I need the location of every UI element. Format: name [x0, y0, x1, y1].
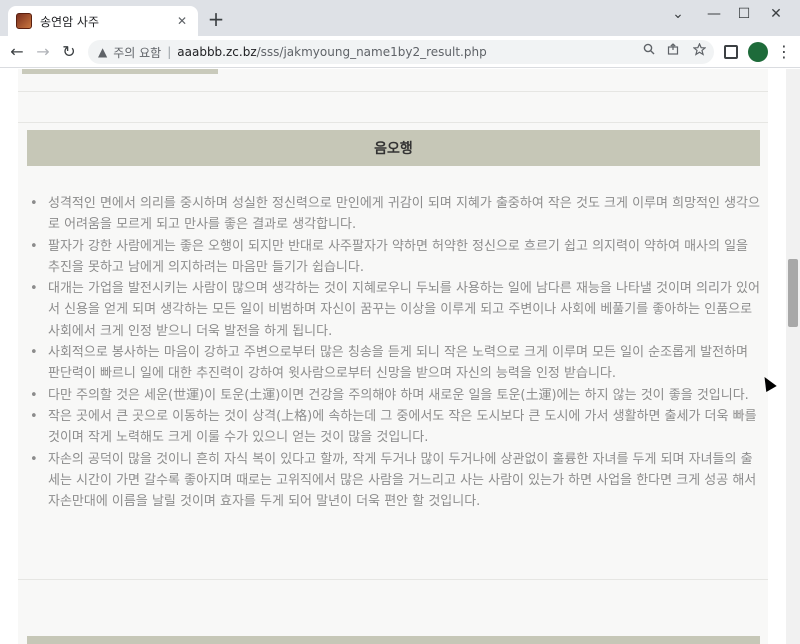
next-section-header [27, 636, 760, 644]
section-divider [18, 122, 768, 123]
address-separator: | [167, 45, 172, 59]
browser-toolbar: ← → ↻ ▲ 주의 요함 | aaabbb.zc.bz /sss/jakmyo… [0, 36, 800, 68]
list-item: 팔자가 강한 사람에게는 좋은 오행이 되지만 반대로 사주팔자가 약하면 허약… [28, 236, 760, 279]
minimize-button[interactable]: — [700, 4, 728, 24]
extension-icon[interactable] [724, 45, 738, 59]
warning-icon[interactable]: ▲ [98, 45, 107, 59]
maximize-button[interactable]: ☐ [730, 4, 758, 24]
new-tab-button[interactable]: + [206, 9, 226, 30]
reload-button[interactable]: ↻ [58, 41, 80, 63]
search-icon[interactable] [640, 43, 658, 58]
tab-strip: 송연암 사주 ✕ + ⌄ — ☐ ✕ [0, 0, 800, 36]
page-viewport: 음오행 성격적인 면에서 의리를 중시하며 성실한 정신력으로 만인에게 귀감이… [0, 69, 786, 644]
tab-search-icon[interactable]: ⌄ [664, 4, 692, 24]
section-content: 성격적인 면에서 의리를 중시하며 성실한 정신력으로 만인에게 귀감이 되며 … [28, 193, 760, 512]
section-divider [18, 579, 768, 580]
section-title: 음오행 [374, 141, 413, 157]
analysis-list: 성격적인 면에서 의리를 중시하며 성실한 정신력으로 만인에게 귀감이 되며 … [28, 193, 760, 512]
close-window-button[interactable]: ✕ [762, 4, 790, 24]
list-item: 자손의 공덕이 많을 것이니 흔히 자식 복이 있다고 할까, 작게 두거나 많… [28, 449, 760, 513]
list-item: 성격적인 면에서 의리를 중시하며 성실한 정신력으로 만인에게 귀감이 되며 … [28, 193, 760, 236]
browser-tab[interactable]: 송연암 사주 ✕ [8, 6, 198, 36]
tab-close-icon[interactable]: ✕ [174, 14, 190, 28]
list-item: 작은 곳에서 큰 곳으로 이동하는 것이 상격(上格)에 속하는데 그 중에서도… [28, 406, 760, 449]
section-divider [18, 91, 768, 92]
forward-button[interactable]: → [32, 41, 54, 63]
share-icon[interactable] [664, 43, 682, 58]
address-bar[interactable]: ▲ 주의 요함 | aaabbb.zc.bz /sss/jakmyoung_na… [88, 40, 714, 64]
list-item: 대개는 가업을 발전시키는 사람이 많으며 생각하는 것이 지혜로우니 두뇌를 … [28, 278, 760, 342]
star-icon[interactable] [690, 42, 708, 59]
url-host: aaabbb.zc.bz [177, 45, 257, 59]
list-item: 사회적으로 봉사하는 마음이 강하고 주변으로부터 많은 칭송을 듣게 되니 작… [28, 342, 760, 385]
security-status[interactable]: 주의 요함 [113, 44, 161, 61]
tab-title: 송연암 사주 [40, 14, 100, 29]
list-item: 다만 주의할 것은 세운(世運)이 토운(土運)이면 건강을 주의해야 하며 새… [28, 385, 760, 407]
avatar[interactable] [748, 42, 768, 62]
url-path: /sss/jakmyoung_name1by2_result.php [256, 45, 487, 59]
back-button[interactable]: ← [6, 41, 28, 63]
previous-section-bar [22, 69, 218, 74]
kebab-menu-icon[interactable]: ⋮ [776, 42, 792, 62]
vertical-scrollbar[interactable] [786, 69, 800, 644]
site-favicon-icon [16, 13, 32, 29]
scrollbar-thumb[interactable] [788, 259, 798, 327]
section-header: 음오행 [27, 130, 760, 166]
